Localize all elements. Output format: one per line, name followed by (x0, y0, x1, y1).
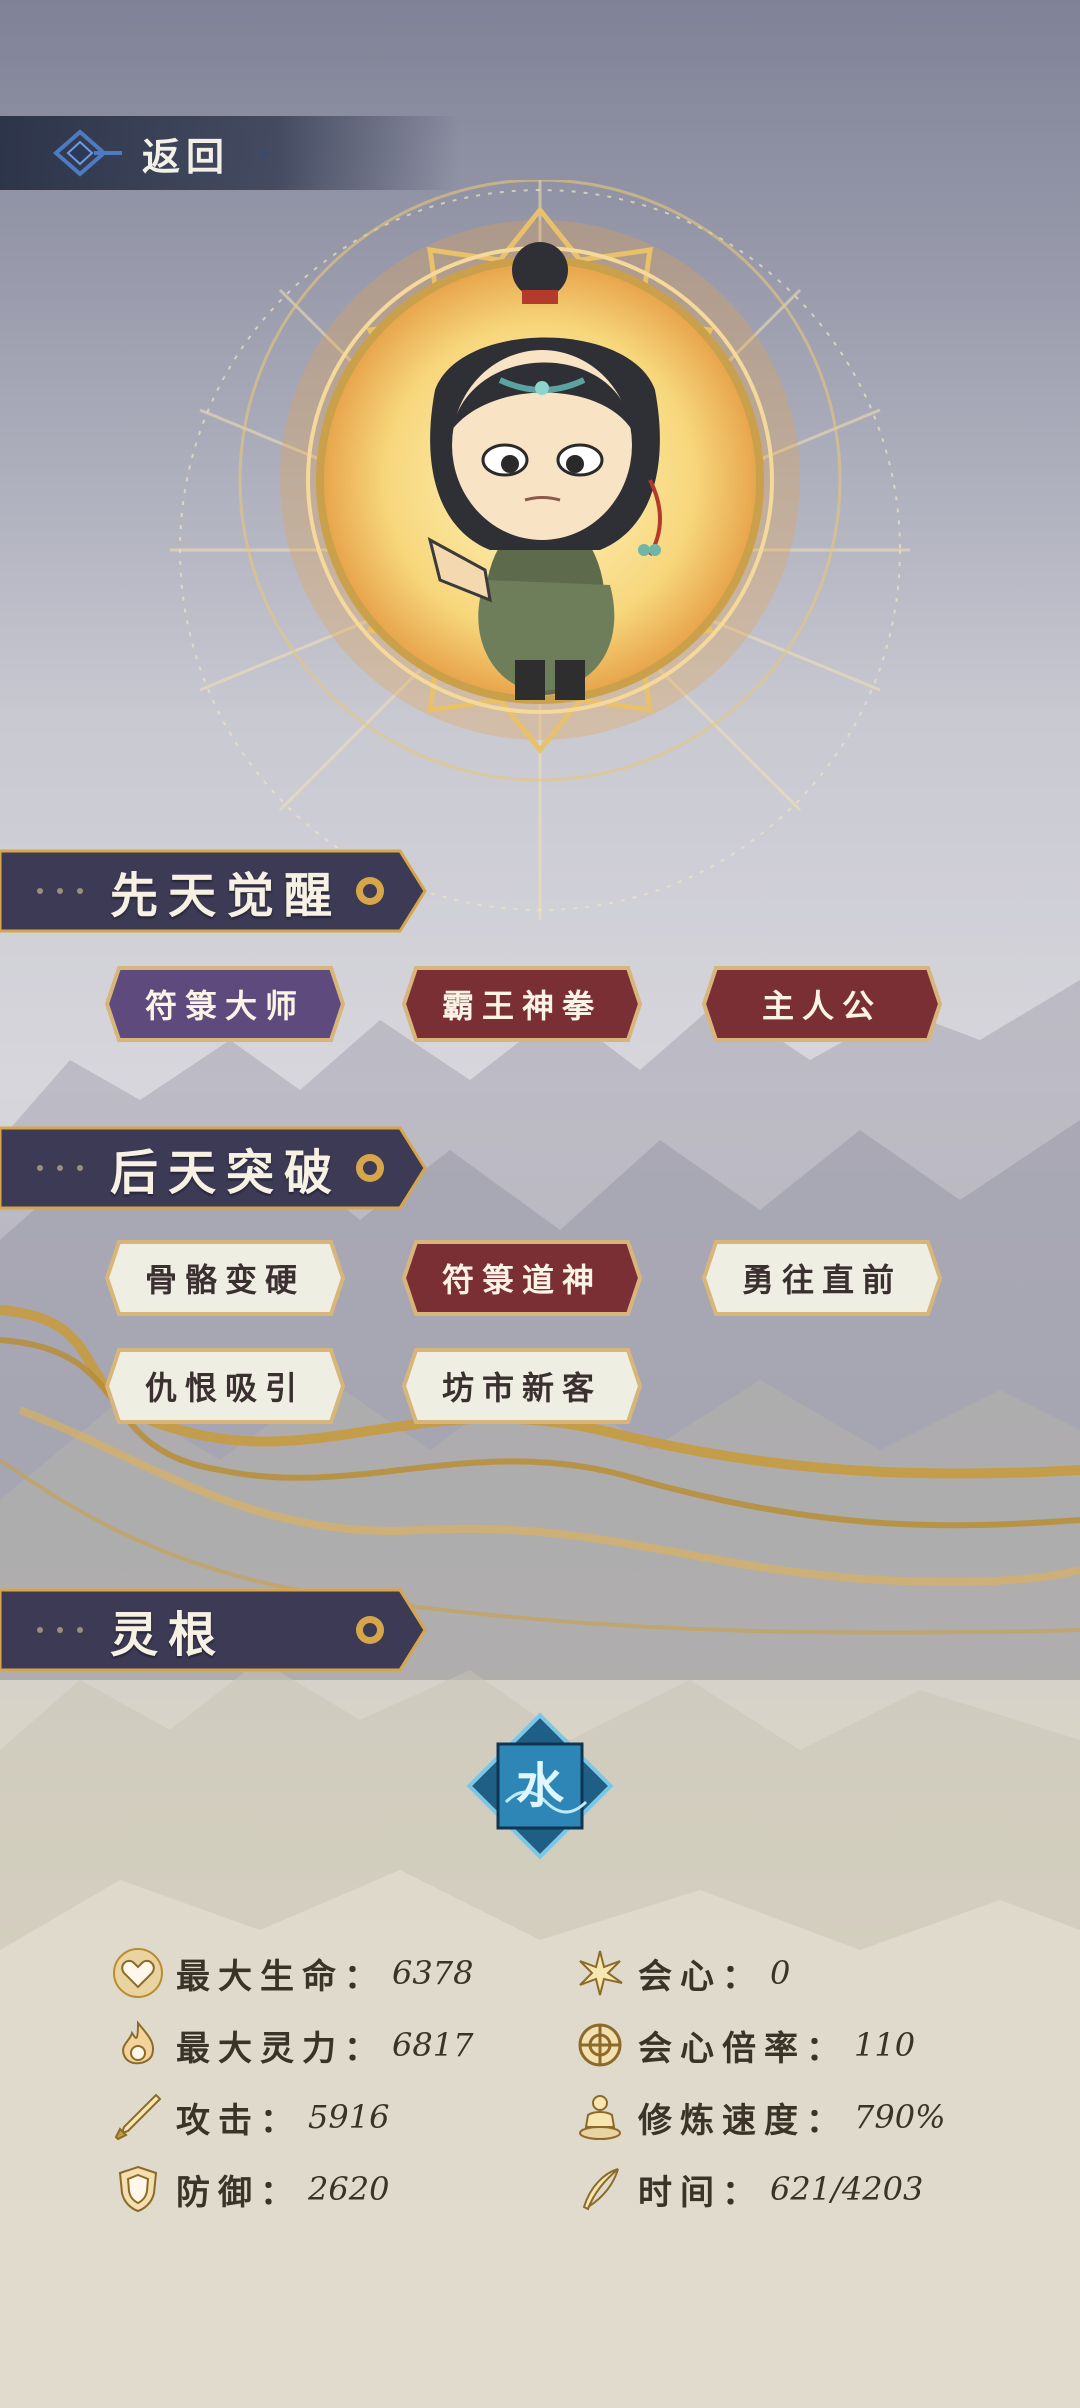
stat-label: 最大灵力： (176, 2028, 386, 2069)
feather-icon (582, 2168, 619, 2211)
tag-acquired-label: 仇恨吸引 (144, 1369, 305, 1407)
stat-value: 5916 (308, 2098, 390, 2136)
section-title-spirit-root: 灵根 (110, 1607, 227, 1663)
stat-value: 110 (854, 2026, 916, 2064)
stat-critical-rate: 会心倍率： 110 (574, 2015, 915, 2075)
stat-label: 攻击： (176, 2100, 302, 2141)
stat-label: 会心： (638, 1956, 764, 1997)
tag-acquired-4[interactable]: 仇恨吸引 (105, 1344, 345, 1428)
tag-acquired-2[interactable]: 符箓道神 (402, 1236, 642, 1320)
tag-innate-2[interactable]: 霸王神拳 (402, 962, 642, 1046)
section-header-spirit-root: 灵根 (0, 1584, 430, 1676)
critical-icon (579, 1950, 623, 1996)
stat-attack: 攻击： 5916 (112, 2087, 389, 2147)
stat-label: 修炼速度： (638, 2100, 848, 2141)
back-bar-dot (260, 149, 269, 157)
stat-label: 时间： (638, 2172, 764, 2213)
stat-time: 时间： 621/4203 (574, 2159, 923, 2219)
tag-acquired-3[interactable]: 勇往直前 (702, 1236, 942, 1320)
meditation-icon (579, 2095, 621, 2140)
tag-innate-label: 主人公 (761, 987, 882, 1025)
tag-innate-label: 符箓大师 (144, 987, 305, 1025)
tag-innate-1[interactable]: 符箓大师 (105, 962, 345, 1046)
stat-label: 防御： (176, 2172, 302, 2213)
section-header-acquired: 后天突破 (0, 1122, 430, 1214)
tag-acquired-label: 勇往直前 (741, 1261, 902, 1299)
tag-acquired-5[interactable]: 坊市新客 (402, 1344, 642, 1428)
stat-critical: 会心： 0 (574, 1943, 790, 2003)
stat-value: 6378 (392, 1954, 474, 1992)
tag-acquired-label: 符箓道神 (441, 1261, 602, 1299)
tag-acquired-1[interactable]: 骨骼变硬 (105, 1236, 345, 1320)
stat-cultivation-speed: 修炼速度： 790% (574, 2087, 945, 2147)
stat-value: 6817 (392, 2026, 474, 2064)
tag-innate-label: 霸王神拳 (441, 987, 602, 1025)
water-element-char: 水 (516, 1758, 565, 1814)
stat-value: 790% (854, 2098, 946, 2136)
back-label: 返回 (142, 133, 231, 179)
critical-rate-icon (578, 2023, 622, 2067)
stat-max-hp: 最大生命： 6378 (112, 1943, 473, 2003)
stat-label: 最大生命： (176, 1956, 386, 1997)
character-portrait (170, 180, 910, 920)
back-arrow-icon (52, 129, 122, 177)
shield-icon (118, 2165, 158, 2213)
back-button[interactable]: 返回 (0, 116, 460, 190)
section-title-innate: 先天觉醒 (110, 868, 343, 924)
water-element-badge[interactable]: 水 (466, 1712, 614, 1860)
stat-max-spirit: 最大灵力： 6817 (112, 2015, 473, 2075)
stat-label: 会心倍率： (638, 2028, 848, 2069)
heart-icon (113, 1948, 163, 1998)
stat-value: 0 (770, 1954, 791, 1992)
stat-defense: 防御： 2620 (112, 2159, 389, 2219)
water-element-icon: 水 (466, 1712, 614, 1860)
tag-innate-3[interactable]: 主人公 (702, 962, 942, 1046)
section-title-acquired: 后天突破 (110, 1145, 343, 1201)
tag-acquired-label: 坊市新客 (441, 1369, 602, 1407)
stat-value: 2620 (308, 2170, 390, 2208)
tag-acquired-label: 骨骼变硬 (144, 1261, 305, 1299)
sword-icon (114, 2093, 162, 2141)
spirit-flame-icon (122, 2020, 154, 2065)
stat-value: 621/4203 (770, 2170, 924, 2208)
section-header-innate: 先天觉醒 (0, 845, 430, 937)
